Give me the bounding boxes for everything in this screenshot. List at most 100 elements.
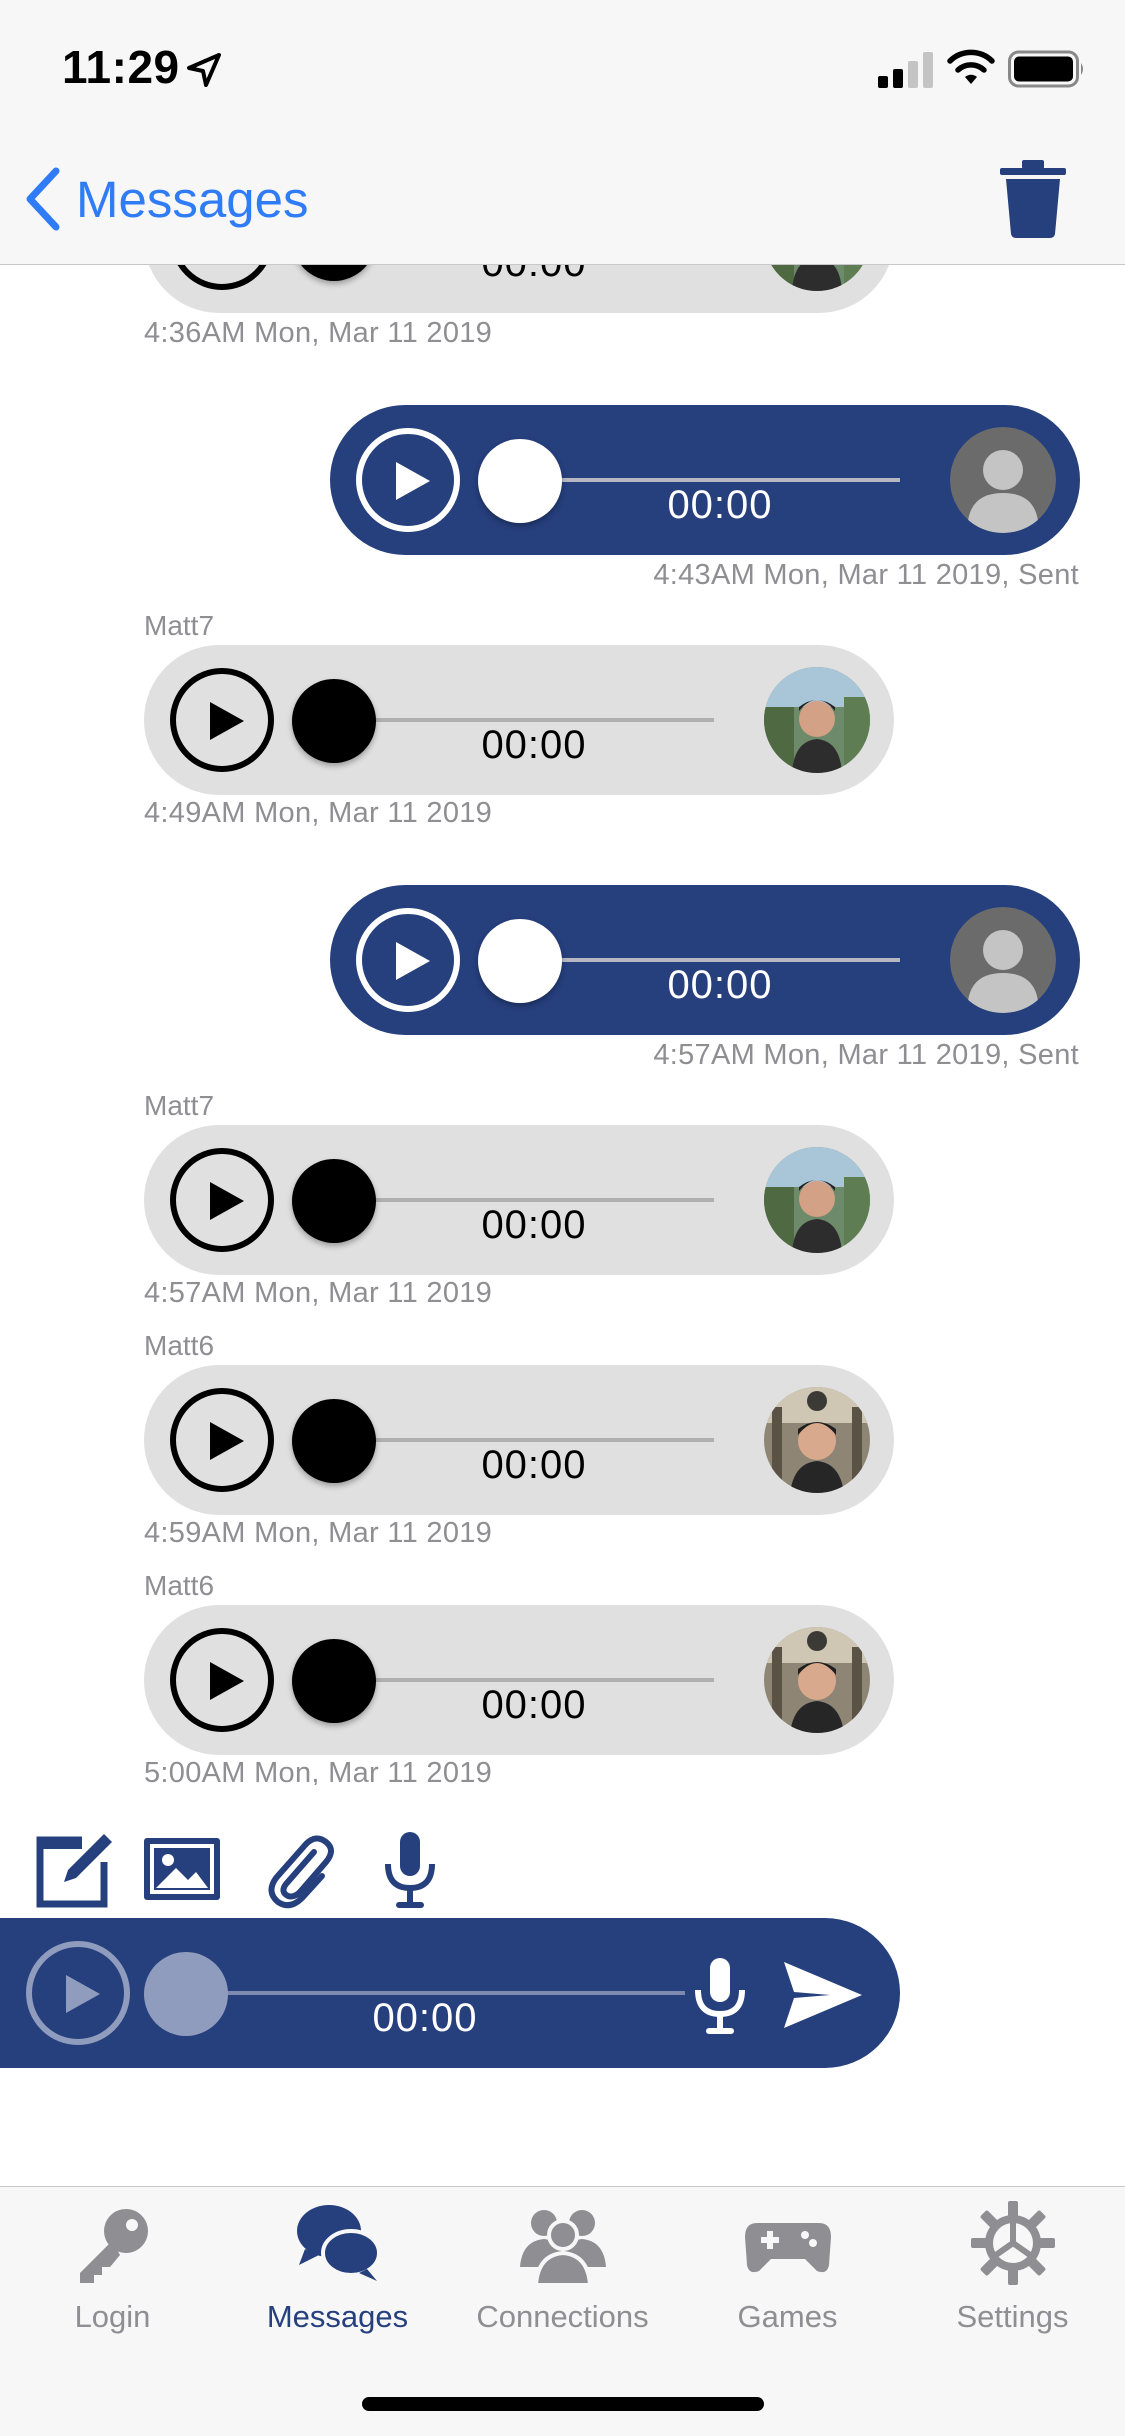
- recorder-play-button[interactable]: [26, 1941, 130, 2045]
- play-icon: [396, 942, 430, 980]
- audio-duration: 00:00: [667, 483, 773, 527]
- chat-bubbles-icon: [296, 2205, 381, 2281]
- home-indicator: [362, 2397, 764, 2411]
- play-icon: [210, 702, 244, 740]
- audio-progress-track[interactable]: [334, 1438, 714, 1442]
- audio-message-bubble: 00:00: [144, 1125, 894, 1275]
- message-list[interactable]: 00:00 4:36AM Mon, Mar 11 2019 00:00 4:43…: [0, 265, 1125, 1785]
- tab-connections[interactable]: Connections: [450, 2201, 675, 2351]
- audio-progress-track[interactable]: [520, 958, 900, 962]
- play-icon: [210, 1662, 244, 1700]
- audio-message-bubble: 00:00: [330, 405, 1080, 555]
- tab-games[interactable]: Games: [675, 2201, 900, 2351]
- tab-label: Games: [737, 2299, 838, 2334]
- play-button[interactable]: [356, 428, 460, 532]
- message-timestamp: 4:57AM Mon, Mar 11 2019: [144, 1277, 493, 1309]
- play-icon: [210, 1422, 244, 1460]
- status-bar: 11:29: [0, 0, 1125, 132]
- default-user-icon: [950, 907, 1056, 1013]
- chevron-left-icon: [26, 167, 60, 231]
- voice-recorder: 00:00: [0, 1918, 900, 2068]
- sender-photo-icon: [764, 1387, 870, 1493]
- recorder-scrubber-handle[interactable]: [144, 1952, 228, 2036]
- default-user-icon: [950, 427, 1056, 533]
- audio-duration: 00:00: [481, 723, 587, 767]
- message-timestamp: 5:00AM Mon, Mar 11 2019: [144, 1757, 493, 1785]
- wifi-icon: [947, 49, 995, 84]
- image-icon[interactable]: [142, 1830, 222, 1910]
- tab-label: Login: [74, 2299, 151, 2334]
- audio-message-bubble: 00:00: [144, 265, 894, 313]
- avatar: [764, 1387, 870, 1493]
- tab-label: Settings: [956, 2299, 1069, 2334]
- avatar: [764, 1147, 870, 1253]
- play-icon: [210, 1182, 244, 1220]
- avatar: [950, 907, 1056, 1013]
- tab-label: Messages: [266, 2299, 409, 2334]
- message-timestamp: 4:43AM Mon, Mar 11 2019, Sent: [653, 559, 1079, 591]
- status-time: 11:29: [62, 41, 180, 93]
- audio-message-bubble: 00:00: [144, 1605, 894, 1755]
- audio-scrubber-handle[interactable]: [478, 919, 562, 1003]
- recorder-progress-track[interactable]: [200, 1991, 685, 1995]
- audio-scrubber-handle[interactable]: [478, 439, 562, 523]
- record-microphone-icon[interactable]: [690, 1956, 750, 2036]
- tab-login[interactable]: Login: [0, 2201, 225, 2351]
- people-icon: [519, 2210, 606, 2285]
- app-root: 11:29 Messages 4:36AM Mon, Mar 11 2019 0…: [0, 0, 1125, 2436]
- back-button-label: Messages: [76, 170, 309, 228]
- message-timestamp: 4:49AM Mon, Mar 11 2019: [144, 797, 493, 829]
- message-timestamp: 4:36AM Mon, Mar 11 2019: [144, 317, 493, 349]
- tab-settings[interactable]: Settings: [900, 2201, 1125, 2351]
- sender-photo-icon: [764, 667, 870, 773]
- audio-scrubber-handle[interactable]: [292, 1399, 376, 1483]
- sender-photo-icon: [764, 265, 870, 291]
- play-icon: [396, 462, 430, 500]
- audio-message-bubble: 00:00: [144, 645, 894, 795]
- trash-icon[interactable]: [998, 158, 1068, 240]
- avatar: [764, 265, 870, 291]
- play-button[interactable]: [170, 668, 274, 772]
- navigation-bar: Messages: [0, 132, 1125, 265]
- audio-duration: 00:00: [404, 265, 664, 286]
- compose-icon[interactable]: [34, 1830, 114, 1910]
- cellular-signal-icon: [878, 52, 933, 88]
- gamepad-icon: [744, 2223, 831, 2273]
- audio-progress-track[interactable]: [334, 1198, 714, 1202]
- message-timestamp: 4:57AM Mon, Mar 11 2019, Sent: [653, 1039, 1079, 1071]
- audio-progress-track[interactable]: [334, 718, 714, 722]
- composer-toolbar: [0, 1830, 480, 1914]
- sender-photo-icon: [764, 1147, 870, 1253]
- battery-icon: [1008, 50, 1083, 88]
- audio-scrubber-handle[interactable]: [292, 1159, 376, 1243]
- location-arrow-icon: [187, 53, 221, 87]
- avatar: [764, 667, 870, 773]
- audio-progress-track[interactable]: [520, 478, 900, 482]
- play-button[interactable]: [170, 1628, 274, 1732]
- audio-progress-track[interactable]: [334, 1678, 714, 1682]
- audio-duration: 00:00: [667, 963, 773, 1007]
- play-button[interactable]: [170, 265, 274, 290]
- audio-scrubber-handle[interactable]: [292, 679, 376, 763]
- back-button[interactable]: Messages: [22, 164, 308, 234]
- tab-messages[interactable]: Messages: [225, 2201, 450, 2351]
- play-icon: [66, 1975, 100, 2013]
- play-button[interactable]: [170, 1388, 274, 1492]
- play-button[interactable]: [170, 1148, 274, 1252]
- audio-message-bubble: 00:00: [330, 885, 1080, 1035]
- microphone-icon[interactable]: [370, 1830, 450, 1910]
- play-button[interactable]: [356, 908, 460, 1012]
- tab-label: Connections: [476, 2299, 649, 2334]
- gear-icon: [970, 2201, 1055, 2285]
- sender-name: Matt6: [144, 1570, 215, 1601]
- audio-duration: 00:00: [481, 1683, 587, 1727]
- key-icon: [79, 2209, 148, 2283]
- audio-scrubber-handle[interactable]: [292, 1639, 376, 1723]
- avatar: [950, 427, 1056, 533]
- sender-name: Matt7: [144, 1090, 215, 1121]
- sender-name: Matt6: [144, 1330, 215, 1361]
- paperclip-icon[interactable]: [260, 1830, 340, 1910]
- send-icon[interactable]: [782, 1958, 864, 2032]
- sender-photo-icon: [764, 1627, 870, 1733]
- audio-scrubber-handle[interactable]: [292, 265, 376, 281]
